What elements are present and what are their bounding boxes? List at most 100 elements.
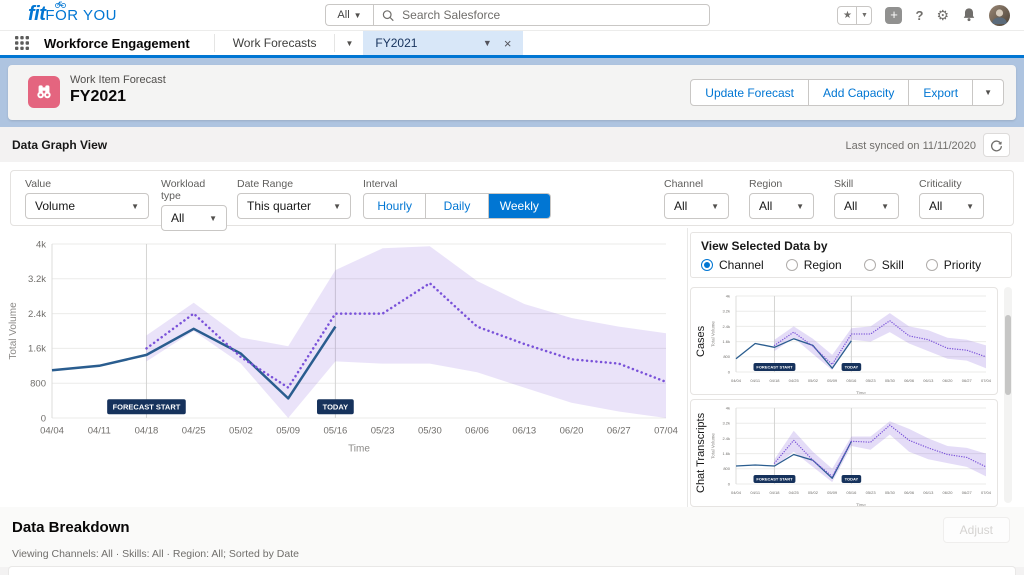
tab-work-forecasts[interactable]: Work Forecasts [215,31,335,55]
record-banner-card: Work Item Forecast FY2021 Update Forecas… [8,65,1016,120]
svg-text:TODAY: TODAY [845,477,859,482]
user-avatar[interactable] [989,4,1010,26]
chevron-down-icon[interactable]: ▼ [483,38,492,48]
app-name[interactable]: Workforce Engagement [44,31,214,55]
filter-bar: Value Volume ▼ Workload type All ▼ Date Ra… [10,170,1014,231]
interval-hourly-button[interactable]: Hourly [364,194,425,218]
close-icon[interactable]: × [504,36,512,51]
radio-skill[interactable]: Skill [863,258,904,272]
binoculars-icon [37,85,51,99]
svg-text:800: 800 [30,379,46,390]
svg-text:800: 800 [723,466,730,471]
svg-text:05/02: 05/02 [229,426,253,437]
record-actions: Update Forecast Add Capacity Export ▼ [690,79,1004,106]
chat-transcripts-chart: 0 800 1.6k 2.4k 3.2k 4k FORECAST START TODAY 04/… [710,402,994,507]
svg-text:0: 0 [728,369,731,374]
more-actions-button[interactable]: ▼ [973,79,1004,106]
search-input[interactable] [402,8,701,22]
cases-chart-card: Cases 0 800 1.6k 2.4k 3.2k 4k FORECAST START TO… [690,287,998,396]
search-scope-picker[interactable]: All ▼ [325,4,373,26]
svg-text:05/16: 05/16 [846,490,857,495]
main-forecast-chart: 0 800 1.6k 2.4k 3.2k 4k FORECAST START TODAY 04/… [6,232,682,473]
setup-button[interactable]: ⚙ [936,8,949,22]
global-actions-button[interactable]: + [885,6,903,24]
person-icon [992,8,1007,24]
svg-text:FORECAST START: FORECAST START [756,477,793,482]
svg-text:05/02: 05/02 [808,378,819,383]
tab-fy2021-active[interactable]: FY2021 ▼ × [363,31,524,55]
svg-text:06/27: 06/27 [607,426,631,437]
cases-chart: 0 800 1.6k 2.4k 3.2k 4k FORECAST START TODAY 04/… [710,290,994,399]
radio-channel[interactable]: Channel [701,258,764,272]
export-button[interactable]: Export [909,79,974,106]
chevron-down-icon: ▼ [966,201,974,211]
page-title: FY2021 [70,88,127,105]
svg-text:3.2k: 3.2k [722,421,730,426]
svg-text:04/11: 04/11 [750,378,760,383]
date-range-select[interactable]: This quarter ▼ [237,193,351,219]
waffle-icon [15,36,29,50]
view-selector-card: View Selected Data by Channel Region Ski… [690,232,1012,278]
svg-text:05/09: 05/09 [827,490,838,495]
record-type-label: Work Item Forecast [70,74,166,86]
svg-text:1.6k: 1.6k [722,339,730,344]
svg-text:05/30: 05/30 [885,378,896,383]
criticality-select[interactable]: All ▼ [919,193,984,219]
refresh-button[interactable] [983,133,1010,157]
interval-weekly-button[interactable]: Weekly [487,194,550,218]
svg-text:TODAY: TODAY [845,365,859,370]
chevron-down-icon: ▼ [984,88,992,97]
add-capacity-button[interactable]: Add Capacity [809,79,910,106]
scrollbar-thumb[interactable] [1005,315,1011,395]
svg-text:06/20: 06/20 [943,490,954,495]
svg-text:06/13: 06/13 [923,490,934,495]
svg-text:05/09: 05/09 [276,426,300,437]
side-panel-scrollbar [1004,287,1012,503]
svg-text:Time: Time [856,503,866,507]
bicycle-icon [55,1,66,8]
radio-priority[interactable]: Priority [925,258,981,272]
help-button[interactable]: ? [915,9,923,22]
svg-text:4k: 4k [726,293,730,298]
chevron-down-icon: ▼ [353,10,362,20]
brand-logo[interactable]: fitFO R YOU [28,1,117,26]
question-icon: ? [915,7,924,23]
region-select[interactable]: All ▼ [749,193,814,219]
tab-menu-button[interactable]: ▼ [335,31,363,55]
interval-daily-button[interactable]: Daily [425,194,487,218]
radio-region[interactable]: Region [785,258,842,272]
notifications-button[interactable] [962,7,976,24]
svg-text:Total Volume: Total Volume [8,302,19,360]
skill-select[interactable]: All ▼ [834,193,899,219]
breakdown-subtitle: Viewing Channels: All · Skills: All · Re… [12,548,299,560]
svg-text:05/02: 05/02 [808,490,819,495]
app-launcher-button[interactable] [0,31,44,55]
adjust-button[interactable]: Adjust [942,517,1010,543]
view-selector-title: View Selected Data by [701,239,828,253]
chat-transcripts-label: Chat Transcripts [695,412,707,494]
next-card-edge [8,566,1016,575]
svg-text:3.2k: 3.2k [28,274,46,285]
svg-text:06/27: 06/27 [962,490,973,495]
svg-text:05/30: 05/30 [418,426,442,437]
divider [687,228,688,507]
svg-text:05/30: 05/30 [885,490,896,495]
favorite-star-button[interactable]: ★ [837,5,858,25]
data-breakdown-section: Data Breakdown Viewing Channels: All · S… [0,507,1024,567]
chevron-down-icon: ▼ [711,201,719,211]
interval-button-group: Hourly Daily Weekly [363,193,551,219]
view-selector-options: Channel Region Skill Priority [701,258,1001,272]
channel-select[interactable]: All ▼ [664,193,729,219]
svg-text:04/18: 04/18 [769,378,780,383]
svg-text:06/13: 06/13 [923,378,934,383]
svg-text:06/06: 06/06 [904,490,915,495]
svg-text:04/11: 04/11 [750,490,760,495]
value-select[interactable]: Volume ▼ [25,193,149,219]
favorites-menu-button[interactable]: ▼ [857,5,873,25]
svg-text:05/23: 05/23 [866,378,877,383]
update-forecast-button[interactable]: Update Forecast [690,79,810,106]
cases-label: Cases [695,325,707,357]
search-box [373,4,710,26]
app-window: fitFOR YOU All ▼ ★ ▼ + ? ⚙ [0,0,1024,575]
svg-text:06/06: 06/06 [465,426,489,437]
